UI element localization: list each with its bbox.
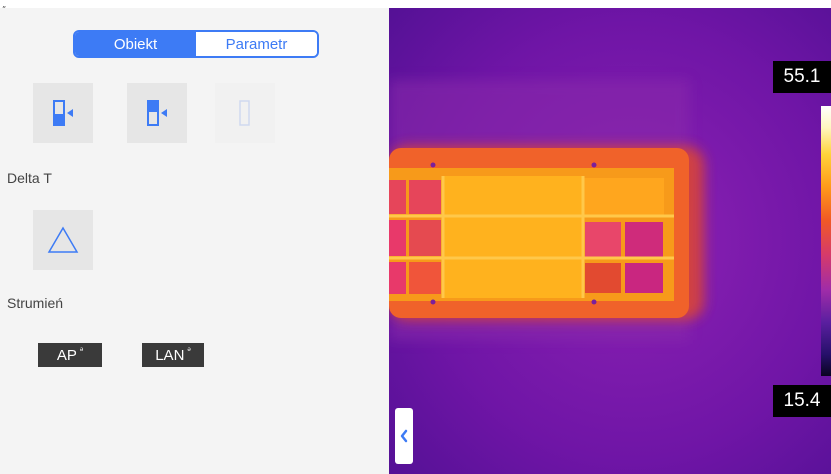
mode-segmented-control: Obiekt Parametr [73, 30, 319, 58]
lan-button[interactable]: LAN ᵊ [142, 343, 204, 367]
lan-label: LAN [155, 346, 185, 364]
tab-parametr[interactable]: Parametr [196, 32, 317, 56]
stream-label: Strumień [7, 295, 64, 311]
color-scale-bar [821, 106, 831, 376]
scale-min-value: 15.4 [773, 385, 831, 417]
object-bar-right-icon [147, 100, 167, 126]
object-tool-1-button[interactable] [33, 83, 93, 143]
triangle-icon [47, 226, 79, 253]
object-tool-3-button[interactable] [215, 83, 275, 143]
delta-t-label: Delta T [7, 170, 52, 186]
top-edge: „ [0, 0, 831, 9]
collapse-panel-button[interactable] [395, 408, 413, 464]
scale-max-value: 55.1 [773, 61, 831, 93]
thermal-image[interactable] [389, 8, 831, 474]
chevron-left-icon [400, 429, 408, 443]
lan-icon: ᵊ [187, 345, 191, 355]
wifi-icon: ᵊ [79, 345, 84, 355]
ap-button[interactable]: AP ᵊ [38, 343, 102, 367]
ap-label: AP [56, 346, 77, 364]
thermal-scene [389, 8, 831, 474]
object-empty-icon [239, 100, 250, 126]
object-bar-left-icon [53, 100, 73, 126]
object-tool-2-button[interactable] [127, 83, 187, 143]
settings-panel: Obiekt Parametr Delta T Strumień AP ᵊ LA… [0, 8, 389, 474]
delta-t-button[interactable] [33, 210, 93, 270]
tab-obiekt[interactable]: Obiekt [75, 32, 196, 56]
app-root: „ Obiekt Parametr Delta T Strumień AP ᵊ … [0, 0, 831, 474]
